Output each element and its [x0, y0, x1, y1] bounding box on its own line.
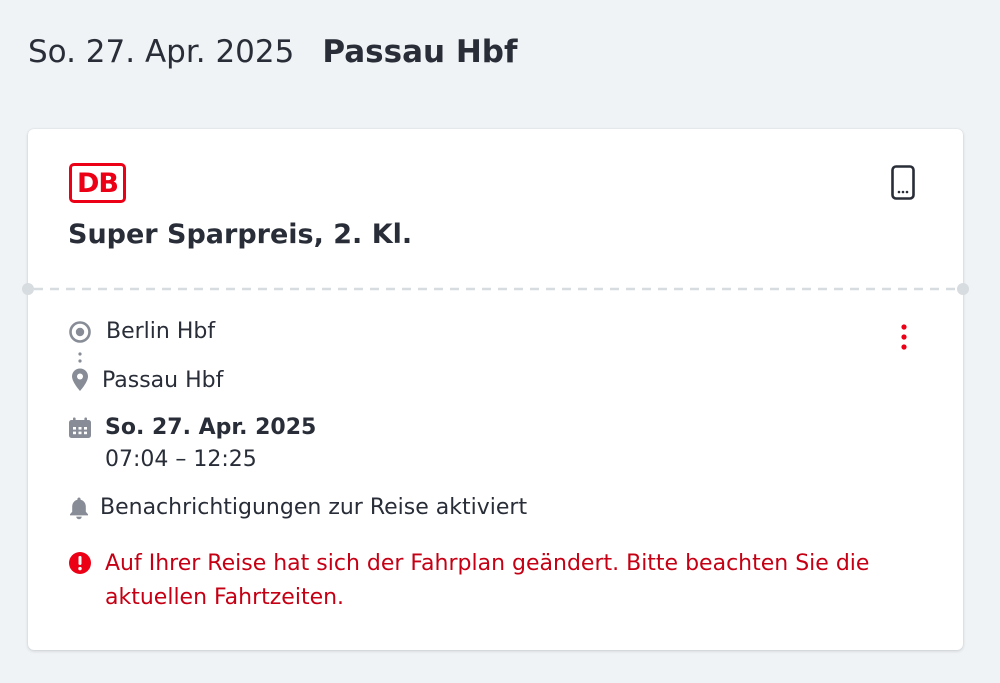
date-time-row: So. 27. Apr. 2025 07:04 – 12:25: [68, 413, 316, 477]
header-station: Passau Hbf: [322, 34, 518, 70]
notification-row: Benachrichtigungen zur Reise aktiviert: [68, 495, 527, 520]
divider-notch-right: [957, 283, 969, 295]
origin-station: Berlin Hbf: [106, 319, 216, 344]
page-header: So. 27. Apr. 2025 Passau Hbf: [28, 34, 517, 70]
notification-text: Benachrichtigungen zur Reise aktiviert: [100, 495, 528, 520]
calendar-icon: [69, 417, 91, 438]
origin-row: Berlin Hbf: [68, 319, 215, 344]
db-logo: DB: [69, 163, 126, 203]
destination-station: Passau Hbf: [102, 367, 224, 393]
perforation-divider: [34, 287, 957, 291]
ticket-card[interactable]: DB Super Sparpreis, 2. Kl. Berlin Hbf Pa…: [22, 129, 969, 650]
header-date: So. 27. Apr. 2025: [28, 34, 295, 70]
ticket-title: Super Sparpreis, 2. Kl.: [68, 219, 413, 250]
destination-row: Passau Hbf: [68, 367, 223, 393]
warning-icon: [69, 552, 91, 574]
schedule-change-warning: Auf Ihrer Reise hat sich der Fahrplan ge…: [68, 547, 895, 615]
travel-date: So. 27. Apr. 2025: [105, 415, 317, 440]
mobile-phone-icon[interactable]: [891, 165, 915, 200]
more-vertical-icon[interactable]: [897, 323, 911, 351]
bell-icon: [70, 497, 88, 519]
db-logo-text: DB: [77, 167, 119, 199]
divider-notch-left: [22, 283, 34, 295]
location-pin-icon: [72, 368, 88, 391]
travel-time-range: 07:04 – 12:25: [105, 447, 257, 472]
origin-circle-icon: [69, 320, 91, 343]
warning-text: Auf Ihrer Reise hat sich der Fahrplan ge…: [105, 551, 870, 610]
date-time-block: So. 27. Apr. 2025 07:04 – 12:25: [105, 413, 316, 477]
